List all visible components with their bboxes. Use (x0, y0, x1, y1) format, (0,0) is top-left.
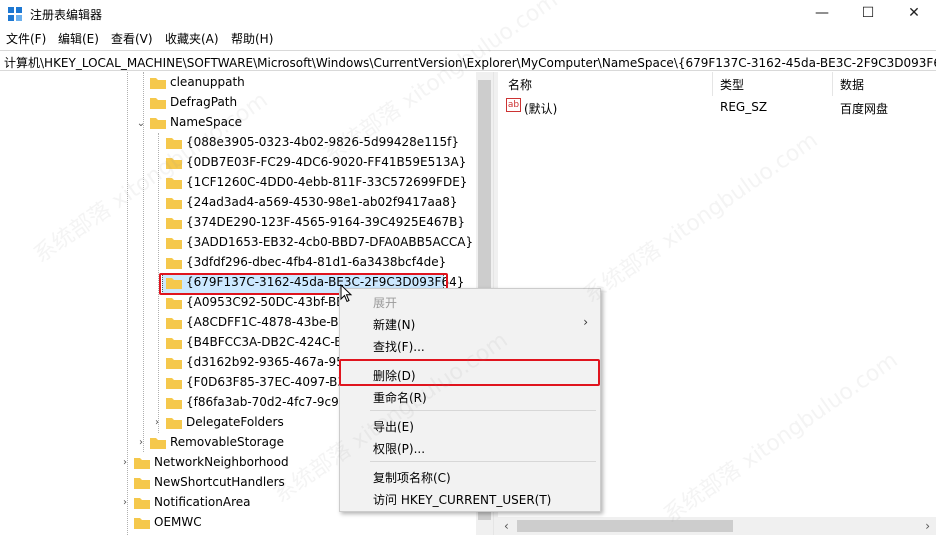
menu-file[interactable]: 文件(F) (6, 30, 46, 47)
folder-icon (150, 438, 166, 449)
menu-item-export[interactable]: 导出(E) (373, 418, 414, 435)
menu-bar: 文件(F) 编辑(E) 查看(V) 收藏夹(A) 帮助(H) (0, 28, 936, 48)
tree-node-label: {A8CDFF1C-4878-43be-B5F (186, 315, 354, 329)
tree-node-label: {A0953C92-50DC-43bf-BE8 (186, 295, 352, 309)
folder-icon (166, 398, 182, 409)
tree-node-label: {1CF1260C-4DD0-4ebb-811F-33C572699FDE} (186, 175, 468, 189)
folder-icon (166, 338, 182, 349)
folder-icon (166, 358, 182, 369)
folder-icon (166, 198, 182, 209)
folder-icon (166, 158, 182, 169)
folder-icon (166, 258, 182, 269)
folder-icon (166, 218, 182, 229)
menu-item-permissions[interactable]: 权限(P)... (373, 440, 425, 457)
folder-icon (166, 418, 182, 429)
menu-item-find[interactable]: 查找(F)... (373, 338, 425, 355)
folder-icon (166, 178, 182, 189)
menu-item-rename[interactable]: 重命名(R) (373, 389, 427, 406)
tree-node-label: NotificationArea (154, 495, 251, 509)
menu-item-goto-hkcu[interactable]: 访问 HKEY_CURRENT_USER(T) (373, 491, 551, 508)
menu-item-copy-key-name[interactable]: 复制项名称(C) (373, 469, 451, 486)
folder-icon (150, 78, 166, 89)
window-title: 注册表编辑器 (30, 8, 103, 22)
menu-item-expand: 展开 (373, 296, 398, 310)
tree-node-label: {24ad3ad4-a569-4530-98e1-ab02f9417aa8} (186, 195, 458, 209)
folder-icon (150, 98, 166, 109)
column-separator[interactable] (832, 72, 833, 96)
menu-separator (370, 410, 596, 411)
tree-node-label: {F0D63F85-37EC-4097-B30 (186, 375, 353, 389)
expand-chevron-icon[interactable]: › (120, 458, 130, 468)
tree-node-label: NameSpace (170, 115, 242, 129)
value-data: 百度网盘 (840, 102, 889, 116)
menu-view[interactable]: 查看(V) (111, 30, 153, 47)
tree-node-label: DefragPath (170, 95, 238, 109)
tree-node-label: OEMWC (154, 515, 202, 529)
menu-edit[interactable]: 编辑(E) (58, 30, 99, 47)
tree-node-label: {374DE290-123F-4565-9164-39C4925E467B} (186, 215, 466, 229)
column-header-name[interactable]: 名称 (508, 76, 532, 93)
tree-node-label: cleanuppath (170, 75, 245, 89)
expand-chevron-icon[interactable]: › (152, 418, 162, 428)
address-bar[interactable]: 计算机\HKEY_LOCAL_MACHINE\SOFTWARE\Microsof… (0, 50, 936, 71)
highlight-box-delete (339, 359, 600, 386)
column-header-data[interactable]: 数据 (840, 76, 864, 93)
tree-node-label: {088e3905-0323-4b02-9826-5d99428e115f} (186, 135, 459, 149)
menu-item-new[interactable]: 新建(N) (373, 316, 415, 333)
expand-chevron-icon[interactable]: › (120, 498, 130, 508)
folder-icon (150, 118, 166, 129)
minimize-button[interactable]: — (799, 0, 845, 28)
folder-icon (166, 318, 182, 329)
address-path[interactable]: 计算机\HKEY_LOCAL_MACHINE\SOFTWARE\Microsof… (4, 54, 936, 71)
column-header-type[interactable]: 类型 (720, 76, 744, 93)
folder-icon (166, 238, 182, 249)
folder-icon (134, 498, 150, 509)
tree-node-label: {3dfdf296-dbec-4fb4-81d1-6a3438bcf4de} (186, 255, 447, 269)
value-type: REG_SZ (720, 100, 768, 114)
submenu-arrow-icon: › (583, 315, 588, 329)
expand-chevron-icon[interactable]: › (136, 438, 146, 448)
folder-icon (134, 478, 150, 489)
column-separator[interactable] (712, 72, 713, 96)
menu-separator (370, 461, 596, 462)
tree-guide-line (143, 72, 144, 452)
folder-icon (166, 298, 182, 309)
context-menu: 展开 新建(N) › 查找(F)... 删除(D) 重命名(R) 导出(E) 权… (339, 288, 601, 512)
folder-icon (166, 378, 182, 389)
tree-node-label: RemovableStorage (170, 435, 284, 449)
scroll-left-arrow-icon[interactable]: ‹ (504, 519, 509, 533)
tree-node-label: NewShortcutHandlers (154, 475, 285, 489)
folder-icon (134, 458, 150, 469)
tree-node-label: {d3162b92-9365-467a-956 (186, 355, 352, 369)
string-value-icon: ab (506, 98, 521, 112)
mouse-cursor-icon (340, 284, 353, 303)
tree-node-label: DelegateFolders (186, 415, 284, 429)
folder-icon (166, 138, 182, 149)
tree-node-label: {B4BFCC3A-DB2C-424C-B0 (186, 335, 351, 349)
menu-favorites[interactable]: 收藏夹(A) (165, 30, 219, 47)
menu-help[interactable]: 帮助(H) (231, 30, 273, 47)
title-bar: 注册表编辑器 — ☐ ✕ (0, 0, 936, 28)
tree-node-label: {0DB7E03F-FC29-4DC6-9020-FF41B59E513A} (186, 155, 467, 169)
tree-node-label: {3ADD1653-EB32-4cb0-BBD7-DFA0ABB5ACCA} (186, 235, 474, 249)
tree-node-label: NetworkNeighborhood (154, 455, 289, 469)
value-row[interactable]: ab (默认) REG_SZ 百度网盘 (506, 98, 926, 118)
maximize-button[interactable]: ☐ (845, 0, 891, 28)
scroll-right-arrow-icon[interactable]: › (925, 519, 930, 533)
close-button[interactable]: ✕ (891, 0, 936, 28)
values-scrollbar-thumb[interactable] (517, 520, 733, 532)
folder-icon (134, 518, 150, 529)
value-name: (默认) (524, 102, 558, 116)
collapse-chevron-icon[interactable]: ⌄ (136, 119, 146, 129)
tree-node-label: {f86fa3ab-70d2-4fc7-9c99 (186, 395, 347, 409)
regedit-app-icon (8, 7, 22, 21)
